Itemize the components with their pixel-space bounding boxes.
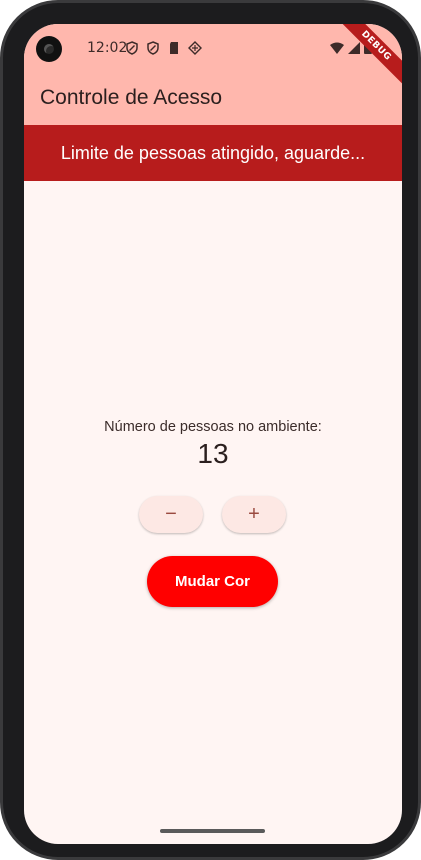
debug-banner: DEBUG xyxy=(327,24,402,95)
app-title: Controle de Acesso xyxy=(40,86,223,109)
limit-alert-banner: Limite de pessoas atingido, aguarde... xyxy=(24,125,402,181)
diamond-icon xyxy=(188,41,202,55)
signal-icon xyxy=(348,41,360,54)
plus-icon: + xyxy=(248,503,260,525)
status-time: 12:02 xyxy=(87,40,128,56)
phone-screen: 12:02 DEBUG Controle de Acesso Limite de… xyxy=(24,24,402,844)
change-color-button[interactable]: Mudar Cor xyxy=(147,556,278,607)
counter-label: Número de pessoas no ambiente: xyxy=(104,419,322,435)
phone-frame: 12:02 DEBUG Controle de Acesso Limite de… xyxy=(0,0,421,860)
shield-icon xyxy=(126,41,138,55)
status-notification-icons xyxy=(125,41,202,55)
sd-card-icon xyxy=(170,42,178,54)
home-indicator[interactable] xyxy=(160,829,265,833)
minus-icon: − xyxy=(165,503,177,525)
increment-button[interactable]: + xyxy=(222,496,286,533)
app-bar: 12:02 DEBUG Controle de Acesso xyxy=(24,24,402,125)
camera-cutout xyxy=(36,36,62,62)
alert-message: Limite de pessoas atingido, aguarde... xyxy=(60,142,366,163)
wifi-icon xyxy=(330,42,344,54)
counter-value: 13 xyxy=(197,438,229,469)
decrement-button[interactable]: − xyxy=(139,496,203,533)
status-bar: 12:02 DEBUG xyxy=(24,24,402,95)
shield-icon xyxy=(147,41,159,55)
